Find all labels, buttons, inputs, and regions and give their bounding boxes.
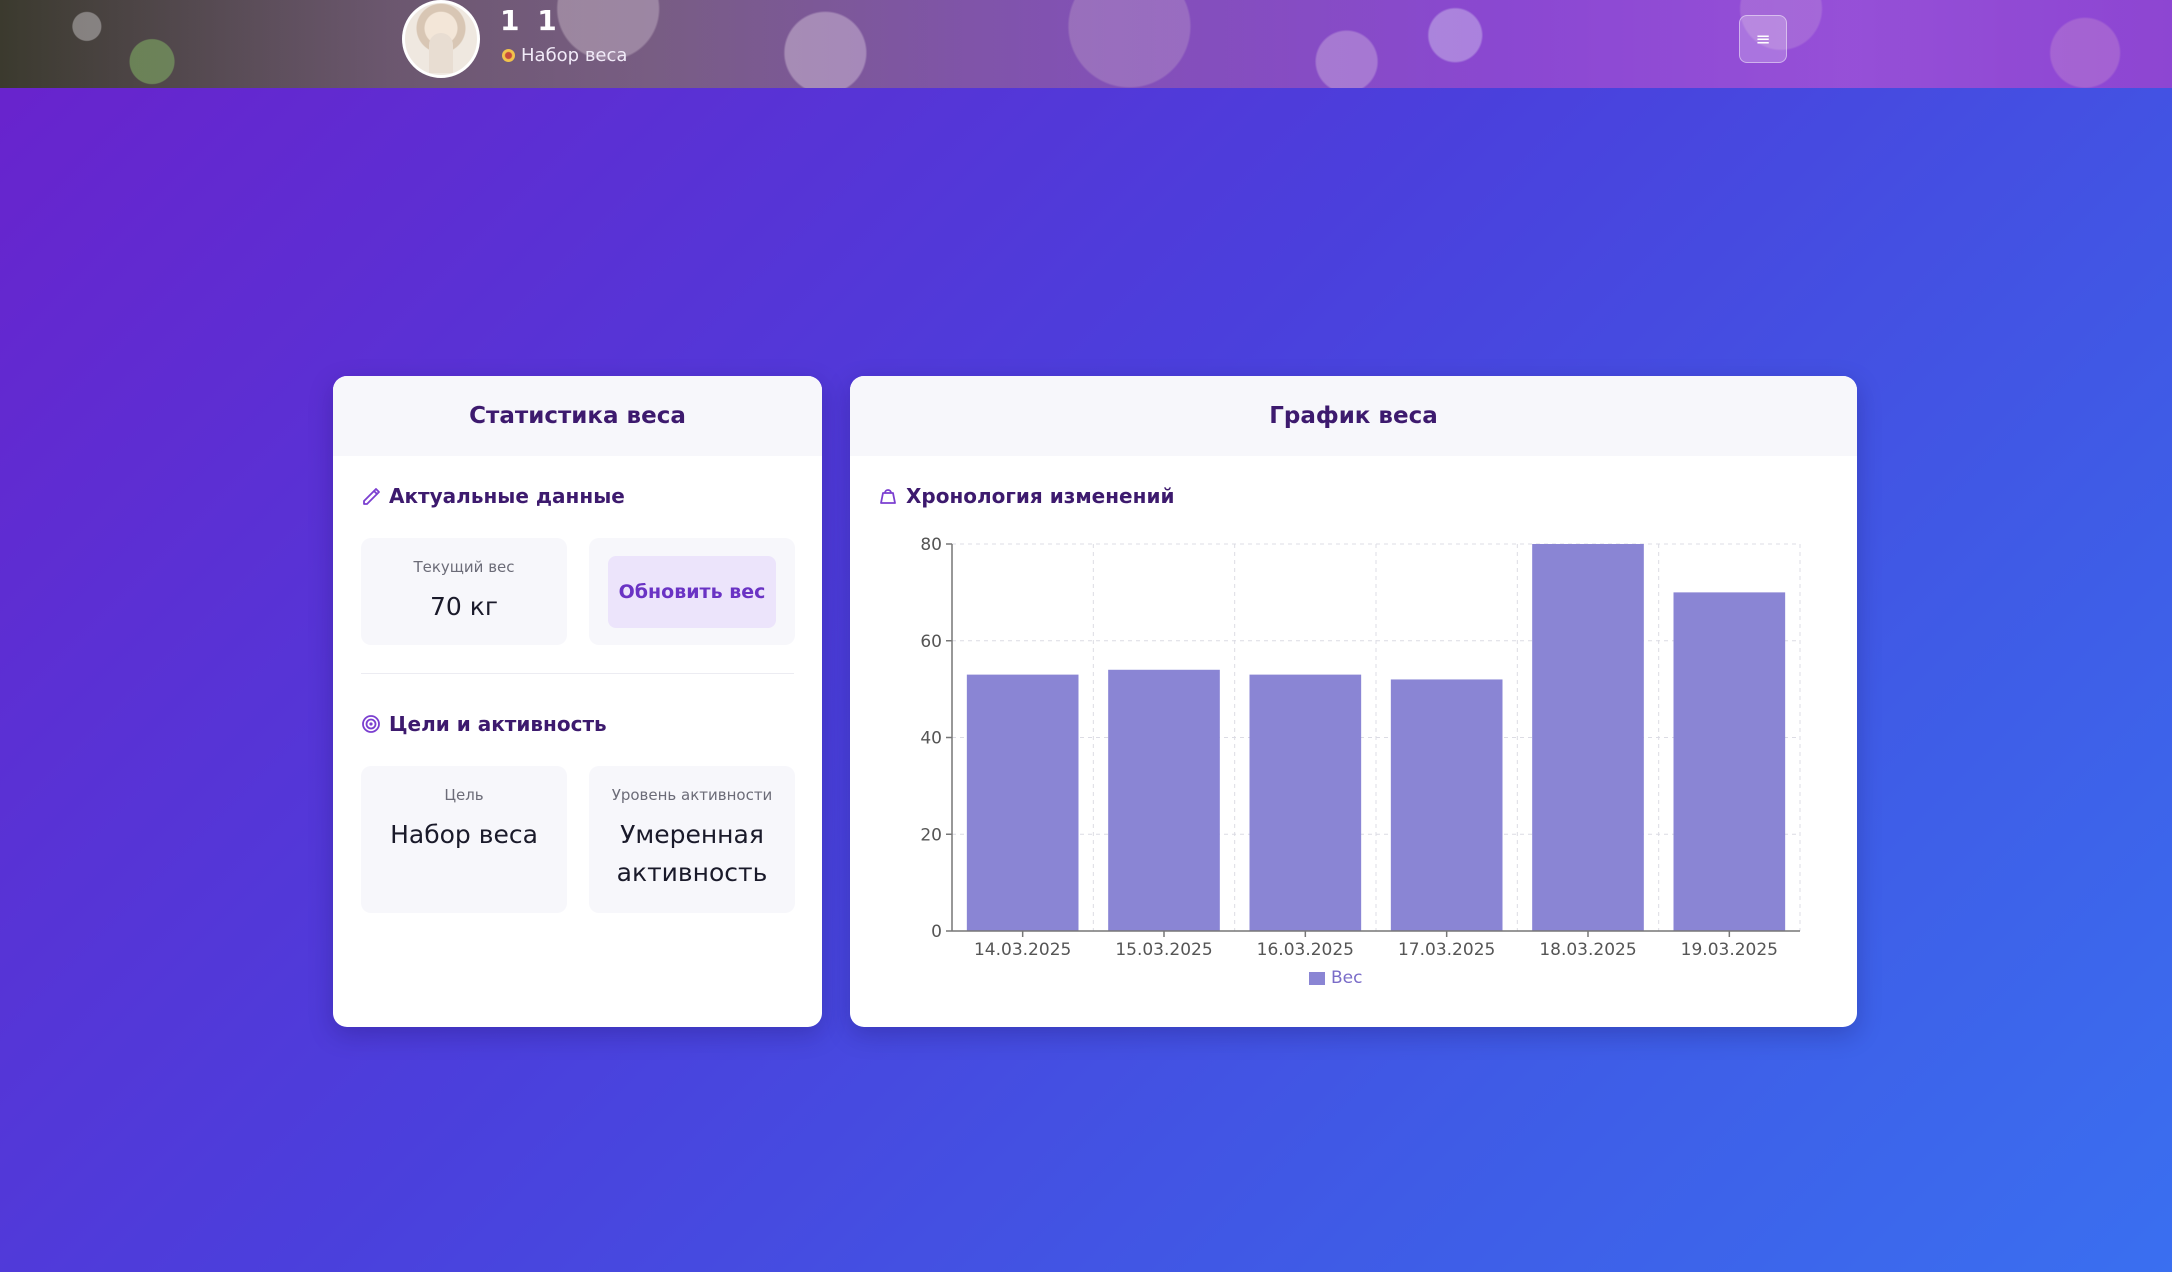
goal-value: Набор веса bbox=[390, 820, 538, 849]
activity-value: Умеренная активность bbox=[616, 820, 768, 887]
current-data-section-title: Актуальные данные bbox=[361, 484, 625, 508]
legend-label: Вес bbox=[1331, 968, 1363, 988]
goal-tile: Цель Набор веса bbox=[361, 766, 567, 913]
activity-tile: Уровень активности Умеренная активность bbox=[589, 766, 795, 913]
chart-bar[interactable] bbox=[966, 674, 1079, 931]
goals-section-title: Цели и активность bbox=[361, 712, 607, 736]
weight-stats-card: Статистика веса Актуальные данные Текущи… bbox=[333, 376, 822, 1027]
target-icon bbox=[362, 715, 380, 733]
x-tick-label: 17.03.2025 bbox=[1398, 940, 1495, 960]
weight-chart-card: График веса Хронология изменений 0 20 40 60… bbox=[850, 376, 1857, 1027]
y-tick-label: 20 bbox=[920, 825, 942, 845]
menu-icon: ≡ bbox=[1755, 28, 1771, 50]
chart-bar[interactable] bbox=[1532, 544, 1644, 931]
weight-bar-chart: 0 20 40 60 80 14.03.2025 15.03.2025 16.03.2025 1… bbox=[920, 535, 1801, 960]
pencil-icon bbox=[363, 488, 380, 505]
y-tick-label: 80 bbox=[920, 535, 942, 555]
current-weight-value: 70 кг bbox=[430, 592, 498, 621]
chart-bar[interactable] bbox=[1249, 674, 1362, 931]
avatar[interactable] bbox=[402, 0, 480, 78]
profile-header: 1 1 Набор веса ≡ bbox=[0, 0, 2172, 88]
current-weight-label: Текущий вес bbox=[413, 558, 515, 576]
chart-bar[interactable] bbox=[1390, 679, 1503, 931]
x-tick-label: 18.03.2025 bbox=[1539, 940, 1636, 960]
current-data-title-text: Актуальные данные bbox=[389, 484, 625, 508]
update-weight-button[interactable]: Обновить вес bbox=[608, 556, 776, 628]
goal-label: Цель bbox=[444, 786, 484, 804]
y-tick-label: 60 bbox=[920, 632, 942, 652]
x-tick-label: 19.03.2025 bbox=[1681, 940, 1778, 960]
goals-title-text: Цели и активность bbox=[389, 712, 607, 736]
y-tick-label: 40 bbox=[920, 729, 942, 749]
chart-bar[interactable] bbox=[1673, 592, 1786, 931]
update-weight-tile: Обновить вес bbox=[589, 538, 795, 645]
legend-swatch bbox=[1309, 971, 1325, 985]
stats-card-title: Статистика веса bbox=[333, 376, 822, 456]
x-tick-label: 16.03.2025 bbox=[1257, 940, 1354, 960]
avatar-figure bbox=[429, 33, 453, 73]
x-tick-label: 15.03.2025 bbox=[1115, 940, 1212, 960]
user-goal: Набор веса bbox=[502, 45, 627, 66]
target-icon bbox=[502, 49, 515, 62]
user-goal-label: Набор веса bbox=[521, 45, 628, 66]
y-tick-label: 0 bbox=[931, 922, 942, 942]
divider bbox=[361, 673, 794, 674]
x-tick-label: 14.03.2025 bbox=[974, 940, 1071, 960]
current-weight-tile: Текущий вес 70 кг bbox=[361, 538, 567, 645]
user-name: 1 1 bbox=[500, 4, 561, 37]
menu-button[interactable]: ≡ bbox=[1739, 15, 1787, 63]
activity-label: Уровень активности bbox=[611, 786, 773, 804]
chart-bar[interactable] bbox=[1108, 669, 1220, 931]
chart-legend[interactable]: Вес bbox=[1309, 968, 1362, 988]
